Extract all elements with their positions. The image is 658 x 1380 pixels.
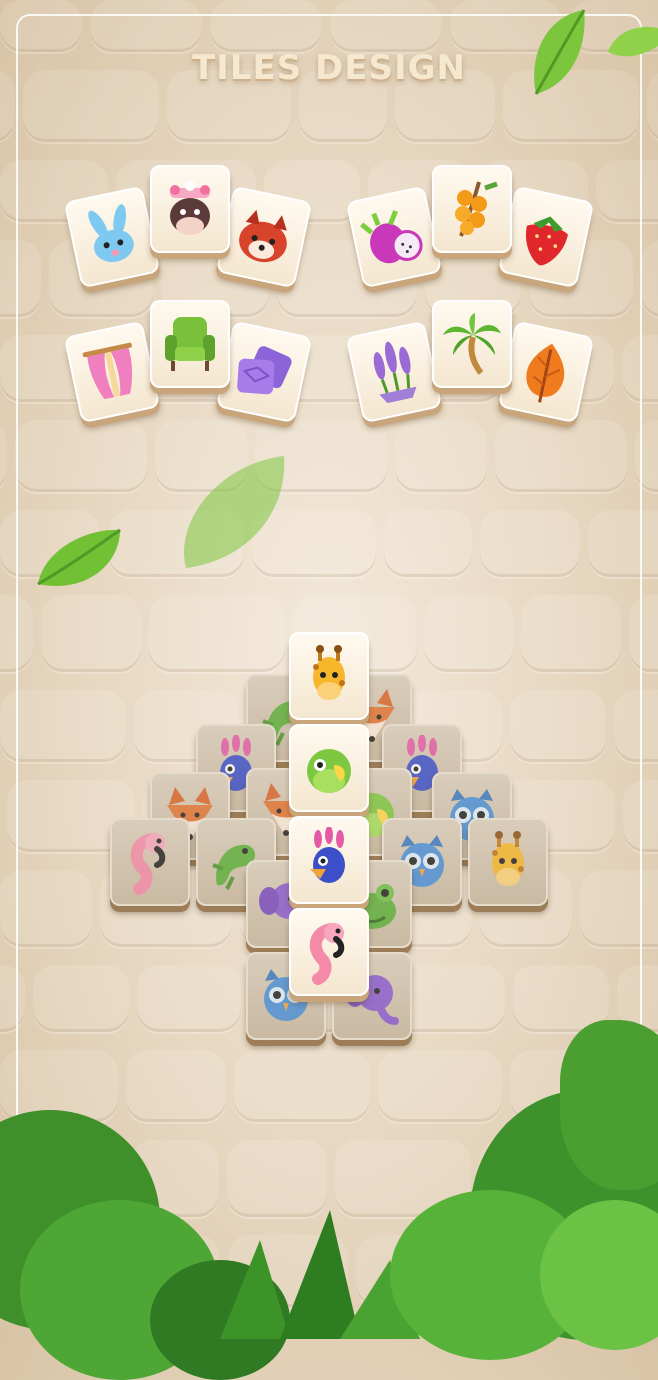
tile[interactable]: [289, 724, 369, 812]
lavender-icon: [373, 341, 417, 404]
tile[interactable]: [289, 816, 369, 904]
wall-stone: [0, 420, 7, 492]
tile[interactable]: [289, 908, 369, 996]
tile[interactable]: [468, 818, 548, 906]
tile[interactable]: [150, 165, 230, 253]
tile[interactable]: [289, 632, 369, 720]
armchair-icon: [165, 317, 215, 371]
wall-stone: [641, 240, 658, 317]
peacock-icon: [310, 827, 345, 883]
giraffe-icon: [313, 645, 345, 700]
tile[interactable]: [110, 818, 190, 906]
autumn-leaf-icon: [526, 343, 565, 403]
dragon-fruit-icon: [360, 210, 423, 264]
leaf-icon: [608, 26, 658, 57]
parrot-icon: [307, 749, 351, 793]
pillow-icon: [237, 346, 292, 395]
red-panda-icon: [239, 209, 287, 263]
strawberry-icon: [525, 216, 568, 266]
flamingo-icon: [130, 833, 166, 895]
leaf-icon: [534, 9, 586, 95]
palm-tree-icon: [443, 313, 501, 375]
sea-buckthorn-icon: [455, 181, 498, 237]
cow-icon: [170, 181, 210, 235]
giraffe-icon: [492, 831, 524, 886]
leaf-icon: [184, 456, 285, 568]
tile[interactable]: [432, 165, 512, 253]
curtain-icon: [82, 342, 133, 400]
flamingo-icon: [309, 923, 345, 985]
tile[interactable]: [150, 300, 230, 388]
rabbit-icon: [88, 204, 134, 262]
leaf-icon: [37, 528, 121, 586]
tile[interactable]: [432, 300, 512, 388]
